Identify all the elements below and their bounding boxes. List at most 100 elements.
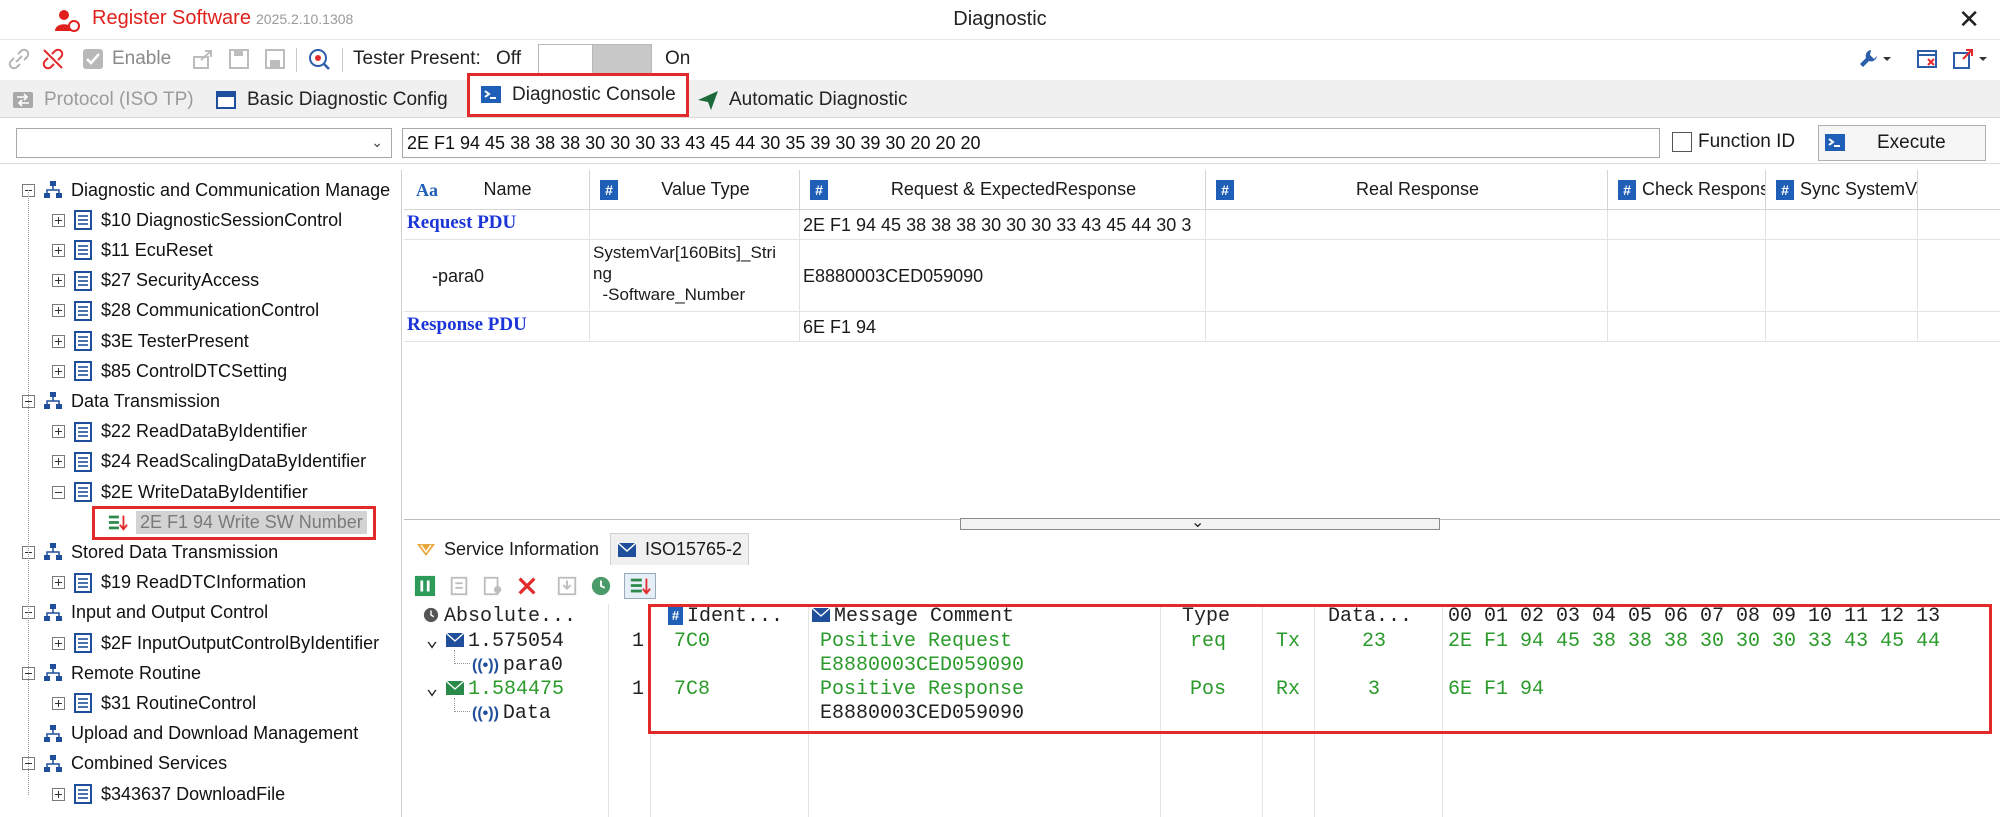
trace-sub-signal[interactable]: ((•)) Data	[472, 702, 551, 726]
grid-cell-check[interactable]	[1608, 240, 1766, 312]
grid-cell-real-response[interactable]	[1206, 210, 1608, 240]
expand-icon[interactable]	[52, 636, 65, 650]
grid-cell-check[interactable]	[1608, 312, 1766, 342]
copy-icon[interactable]	[446, 573, 472, 599]
collapse-icon[interactable]	[52, 485, 65, 499]
expand-icon[interactable]	[52, 364, 65, 378]
window-close-icon[interactable]	[1914, 46, 1940, 72]
column-header-comment[interactable]: Message Comment	[812, 604, 1014, 630]
column-header-sync-systemvar[interactable]: # Sync SystemVa	[1766, 170, 1918, 210]
grid-cell-check[interactable]	[1608, 210, 1766, 240]
connect-icon[interactable]	[6, 46, 32, 72]
settings-wrench-icon[interactable]	[1856, 46, 1882, 72]
column-header-type[interactable]: Type	[1182, 604, 1230, 630]
column-header-real-response[interactable]: # Real Response	[1206, 170, 1608, 210]
grid-cell-request[interactable]: E8880003CED059090	[800, 240, 1206, 312]
grid-cell-value-type[interactable]: SystemVar[160Bits]_Stri ng -Software_Num…	[590, 240, 800, 312]
column-header-name[interactable]: Aa Name	[404, 170, 590, 210]
grid-cell-real-response[interactable]	[1206, 240, 1608, 312]
grid-cell-real-response[interactable]	[1206, 312, 1608, 342]
expand-icon[interactable]	[52, 304, 65, 318]
tree-node[interactable]: $31 RoutineControl	[52, 689, 256, 717]
tab-iso15765-2[interactable]: ISO15765-2	[610, 533, 750, 565]
tree-node[interactable]: Upload and Download Management	[22, 720, 358, 748]
panel-splitter[interactable]: ⌄	[960, 514, 1440, 531]
expand-icon[interactable]	[52, 213, 65, 227]
tree-node[interactable]: $10 DiagnosticSessionControl	[52, 206, 342, 234]
tab-diagnostic-console[interactable]: Diagnostic Console	[467, 73, 689, 117]
clock-icon[interactable]	[588, 573, 614, 599]
scroll-to-end-icon[interactable]	[554, 573, 580, 599]
tab-automatic-diagnostic[interactable]: Automatic Diagnostic	[687, 83, 917, 117]
disconnect-icon[interactable]	[40, 46, 66, 72]
filter-icon[interactable]	[480, 573, 506, 599]
column-header-ident[interactable]: # Ident...	[668, 604, 783, 630]
trace-row-expander[interactable]: ⌄	[426, 678, 438, 702]
service-select[interactable]: ⌄	[16, 128, 392, 158]
tree-node[interactable]: Input and Output Control	[22, 599, 268, 627]
search-ecu-icon[interactable]	[306, 46, 332, 72]
tree-node[interactable]: $19 ReadDTCInformation	[52, 569, 306, 597]
chevron-down-icon[interactable]	[1880, 46, 1894, 72]
grid-cell-value-type[interactable]	[590, 210, 800, 240]
message-list-icon[interactable]	[624, 573, 656, 599]
expand-icon[interactable]	[52, 787, 65, 801]
expand-icon[interactable]	[52, 243, 65, 257]
trace-row-expander[interactable]: ⌄	[426, 630, 438, 654]
grid-cell-name[interactable]: -para0	[404, 240, 590, 312]
column-header-time[interactable]: Absolute...	[422, 604, 576, 630]
tree-node[interactable]: $2E WriteDataByIdentifier	[52, 478, 308, 506]
tree-node[interactable]: Stored Data Transmission	[22, 538, 278, 566]
window-export-icon[interactable]	[1950, 46, 1976, 72]
expand-icon[interactable]	[52, 274, 65, 288]
save-as-icon[interactable]	[262, 46, 288, 72]
grid-cell-name[interactable]: Response PDU	[404, 312, 590, 342]
tree-node[interactable]: $28 CommunicationControl	[52, 297, 319, 325]
execute-button[interactable]: Execute	[1818, 125, 1986, 161]
column-header-request-expected[interactable]: # Request & ExpectedResponse	[800, 170, 1206, 210]
function-id-checkbox[interactable]: Function ID	[1672, 131, 1795, 153]
grid-cell-sync[interactable]	[1766, 240, 1918, 312]
tree-node[interactable]: $3E TesterPresent	[52, 327, 249, 355]
expand-icon[interactable]	[52, 576, 65, 590]
expand-icon[interactable]	[52, 334, 65, 348]
column-header-bytes[interactable]: 00 01 02 03 04 05 06 07 08 09 10 11 12 1…	[1448, 604, 1940, 630]
tree-node[interactable]: $2F InputOutputControlByIdentifier	[52, 629, 379, 657]
tree-node[interactable]: Data Transmission	[22, 387, 220, 415]
expand-icon[interactable]	[52, 425, 65, 439]
tree-node[interactable]: $343637 DownloadFile	[52, 780, 285, 808]
enable-label[interactable]: Enable	[112, 48, 171, 70]
tree-node[interactable]: $22 ReadDataByIdentifier	[52, 418, 307, 446]
grid-cell-sync[interactable]	[1766, 210, 1918, 240]
enable-checkbox-icon[interactable]	[80, 46, 106, 72]
expand-icon[interactable]	[52, 696, 65, 710]
save-icon[interactable]	[226, 46, 252, 72]
tree-node[interactable]: $85 ControlDTCSetting	[52, 357, 287, 385]
column-header-data-length[interactable]: Data...	[1328, 604, 1412, 630]
tab-basic-diagnostic-config[interactable]: Basic Diagnostic Config	[205, 83, 458, 117]
tester-present-toggle[interactable]	[538, 44, 652, 74]
request-hex-input[interactable]	[402, 128, 1660, 158]
column-header-value-type[interactable]: # Value Type	[590, 170, 800, 210]
chevron-down-icon[interactable]: ⌄	[371, 134, 383, 151]
tab-service-information[interactable]: Service Information	[410, 533, 605, 565]
grid-cell-request[interactable]: 2E F1 94 45 38 38 38 30 30 30 33 43 45 4…	[800, 210, 1206, 240]
grid-cell-value-type[interactable]	[590, 312, 800, 342]
expand-icon[interactable]	[52, 455, 65, 469]
grid-cell-sync[interactable]	[1766, 312, 1918, 342]
chevron-down-icon[interactable]: ⌄	[1191, 512, 1204, 532]
tree-node[interactable]: Remote Routine	[22, 659, 201, 687]
export-icon[interactable]	[190, 46, 216, 72]
tree-node[interactable]: Combined Services	[22, 750, 227, 778]
checkbox-box[interactable]	[1672, 132, 1692, 152]
tree-node[interactable]: Diagnostic and Communication Manage	[22, 176, 390, 204]
chevron-down-icon[interactable]	[1976, 46, 1990, 72]
tree-node[interactable]: $27 SecurityAccess	[52, 267, 259, 295]
clear-icon[interactable]	[514, 573, 540, 599]
tree-node[interactable]: $24 ReadScalingDataByIdentifier	[52, 448, 366, 476]
tab-protocol-iso-tp[interactable]: Protocol (ISO TP)	[2, 83, 204, 117]
pause-icon[interactable]	[412, 573, 438, 599]
close-icon[interactable]: ✕	[1958, 4, 1980, 35]
trace-sub-signal[interactable]: ((•)) para0	[472, 654, 563, 678]
grid-cell-name[interactable]: Request PDU	[404, 210, 590, 240]
